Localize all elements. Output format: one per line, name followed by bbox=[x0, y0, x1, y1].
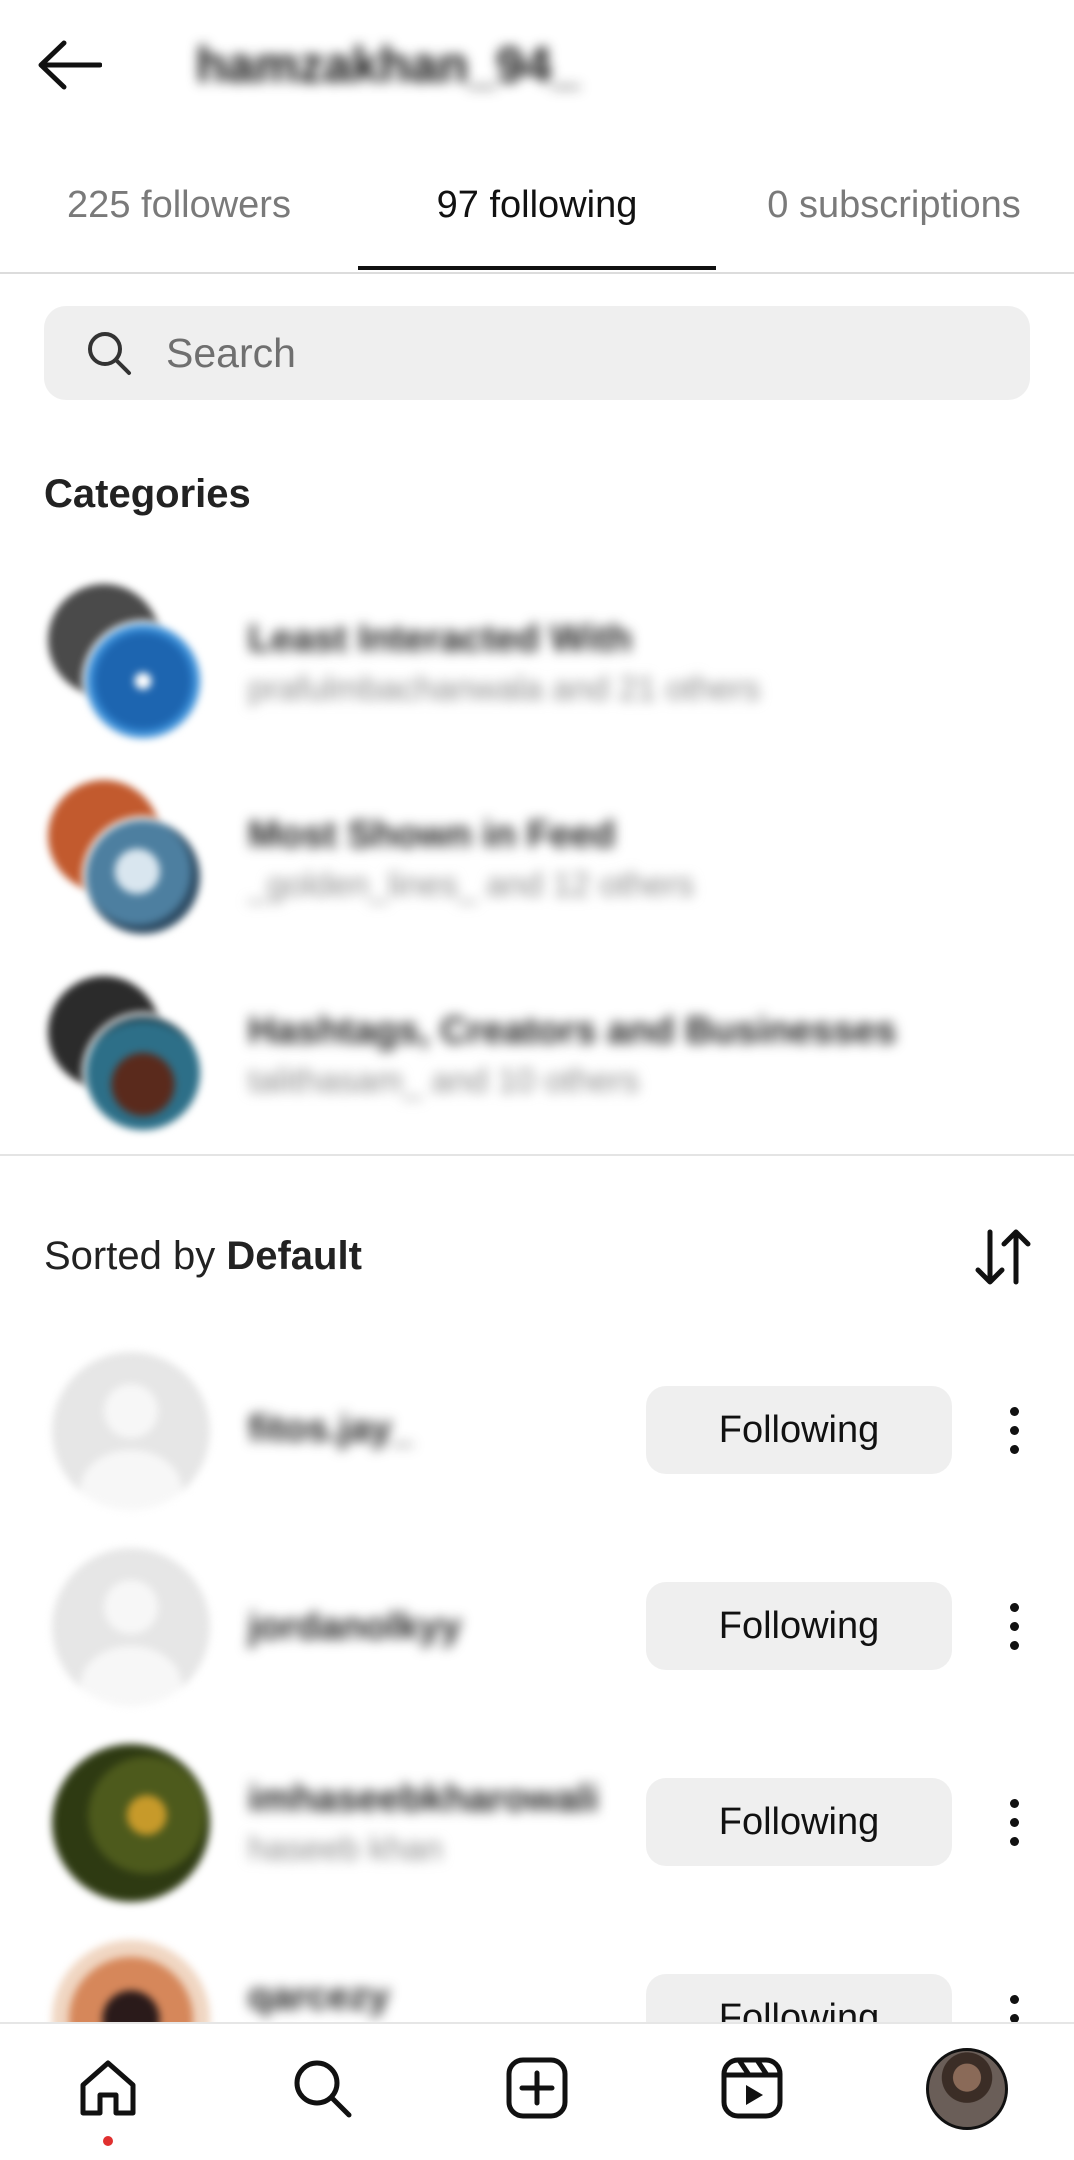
avatar bbox=[82, 620, 204, 742]
search-bar[interactable] bbox=[44, 306, 1030, 400]
category-subtitle: _golden_lines_ and 12 others bbox=[248, 866, 695, 904]
list-item[interactable]: fitos.jay_ Following bbox=[0, 1352, 1074, 1532]
page-title: hamzakhan_94_ bbox=[196, 37, 580, 93]
active-tab-indicator bbox=[358, 266, 716, 270]
tab-following[interactable]: 97 following bbox=[358, 184, 716, 227]
dot bbox=[1009, 1994, 1019, 2004]
category-subtitle: prafulmbachanwala and 21 others bbox=[248, 670, 761, 708]
sort-label: Sorted by Default bbox=[44, 1234, 362, 1279]
category-title: Most Shown in Feed bbox=[248, 814, 616, 856]
dot bbox=[1009, 1406, 1019, 1416]
category-avatars bbox=[48, 976, 218, 1146]
category-title: Least Interacted With bbox=[248, 618, 632, 660]
follow-tabs: 225 followers 97 following 0 subscriptio… bbox=[0, 160, 1074, 274]
dot bbox=[1009, 1425, 1019, 1435]
following-button[interactable]: Following bbox=[646, 1582, 952, 1670]
more-options-button[interactable] bbox=[992, 1386, 1036, 1474]
dot bbox=[1009, 1602, 1019, 1612]
home-icon bbox=[80, 2060, 136, 2116]
dot bbox=[1009, 1817, 1019, 1827]
categories-heading: Categories bbox=[44, 472, 251, 516]
avatar[interactable] bbox=[52, 1548, 210, 1706]
more-options-button[interactable] bbox=[992, 1582, 1036, 1670]
following-button[interactable]: Following bbox=[646, 1778, 952, 1866]
list-item[interactable]: jordanolkyy Following bbox=[0, 1548, 1074, 1728]
category-avatars bbox=[48, 584, 218, 754]
account-fullname: haseeb khan bbox=[248, 1830, 443, 1868]
category-row[interactable]: Most Shown in Feed _golden_lines_ and 12… bbox=[0, 780, 1074, 950]
category-row[interactable]: Hashtags, Creators and Businesses talith… bbox=[0, 976, 1074, 1146]
account-username[interactable]: qarcezy bbox=[248, 1976, 390, 2019]
tab-followers[interactable]: 225 followers bbox=[44, 184, 314, 227]
search-icon bbox=[294, 2060, 352, 2118]
nav-create[interactable] bbox=[497, 2048, 577, 2128]
sort-button[interactable] bbox=[970, 1224, 1036, 1290]
nav-search[interactable] bbox=[282, 2048, 362, 2128]
avatar[interactable] bbox=[52, 1352, 210, 1510]
nav-reels[interactable] bbox=[712, 2048, 792, 2128]
dot bbox=[1009, 1798, 1019, 1808]
back-button[interactable] bbox=[36, 30, 116, 100]
notification-dot bbox=[103, 2136, 113, 2146]
search-input[interactable] bbox=[166, 329, 966, 377]
sort-value: Default bbox=[226, 1234, 362, 1278]
bottom-navigation bbox=[0, 2022, 1074, 2160]
create-icon bbox=[506, 2057, 568, 2119]
reels-icon bbox=[721, 2057, 783, 2119]
dot bbox=[1009, 1836, 1019, 1846]
dot bbox=[1009, 1640, 1019, 1650]
list-item[interactable]: imhaseebkharowali haseeb khan Following bbox=[0, 1744, 1074, 1924]
avatar[interactable] bbox=[52, 1744, 210, 1902]
avatar bbox=[82, 816, 204, 938]
sort-arrows-icon bbox=[975, 1229, 1031, 1285]
category-row[interactable]: Least Interacted With prafulmbachanwala … bbox=[0, 584, 1074, 754]
avatar bbox=[82, 1012, 204, 1134]
arrow-left-icon bbox=[38, 40, 102, 90]
more-options-button[interactable] bbox=[992, 1778, 1036, 1866]
account-username[interactable]: fitos.jay_ bbox=[248, 1408, 413, 1451]
account-username[interactable]: imhaseebkharowali bbox=[248, 1778, 599, 1821]
profile-avatar[interactable] bbox=[926, 2048, 1008, 2130]
search-icon bbox=[88, 332, 131, 375]
sort-prefix: Sorted by bbox=[44, 1234, 227, 1278]
account-username[interactable]: jordanolkyy bbox=[248, 1606, 461, 1649]
nav-home[interactable] bbox=[68, 2048, 148, 2128]
top-bar: hamzakhan_94_ bbox=[0, 0, 1074, 140]
dot bbox=[1009, 1621, 1019, 1631]
category-title: Hashtags, Creators and Businesses bbox=[248, 1010, 897, 1052]
category-avatars bbox=[48, 780, 218, 950]
category-subtitle: talithasam_ and 10 others bbox=[248, 1062, 640, 1100]
tab-subscriptions[interactable]: 0 subscriptions bbox=[744, 184, 1044, 227]
following-button[interactable]: Following bbox=[646, 1386, 952, 1474]
dot bbox=[1009, 1444, 1019, 1454]
section-divider bbox=[0, 1154, 1074, 1156]
